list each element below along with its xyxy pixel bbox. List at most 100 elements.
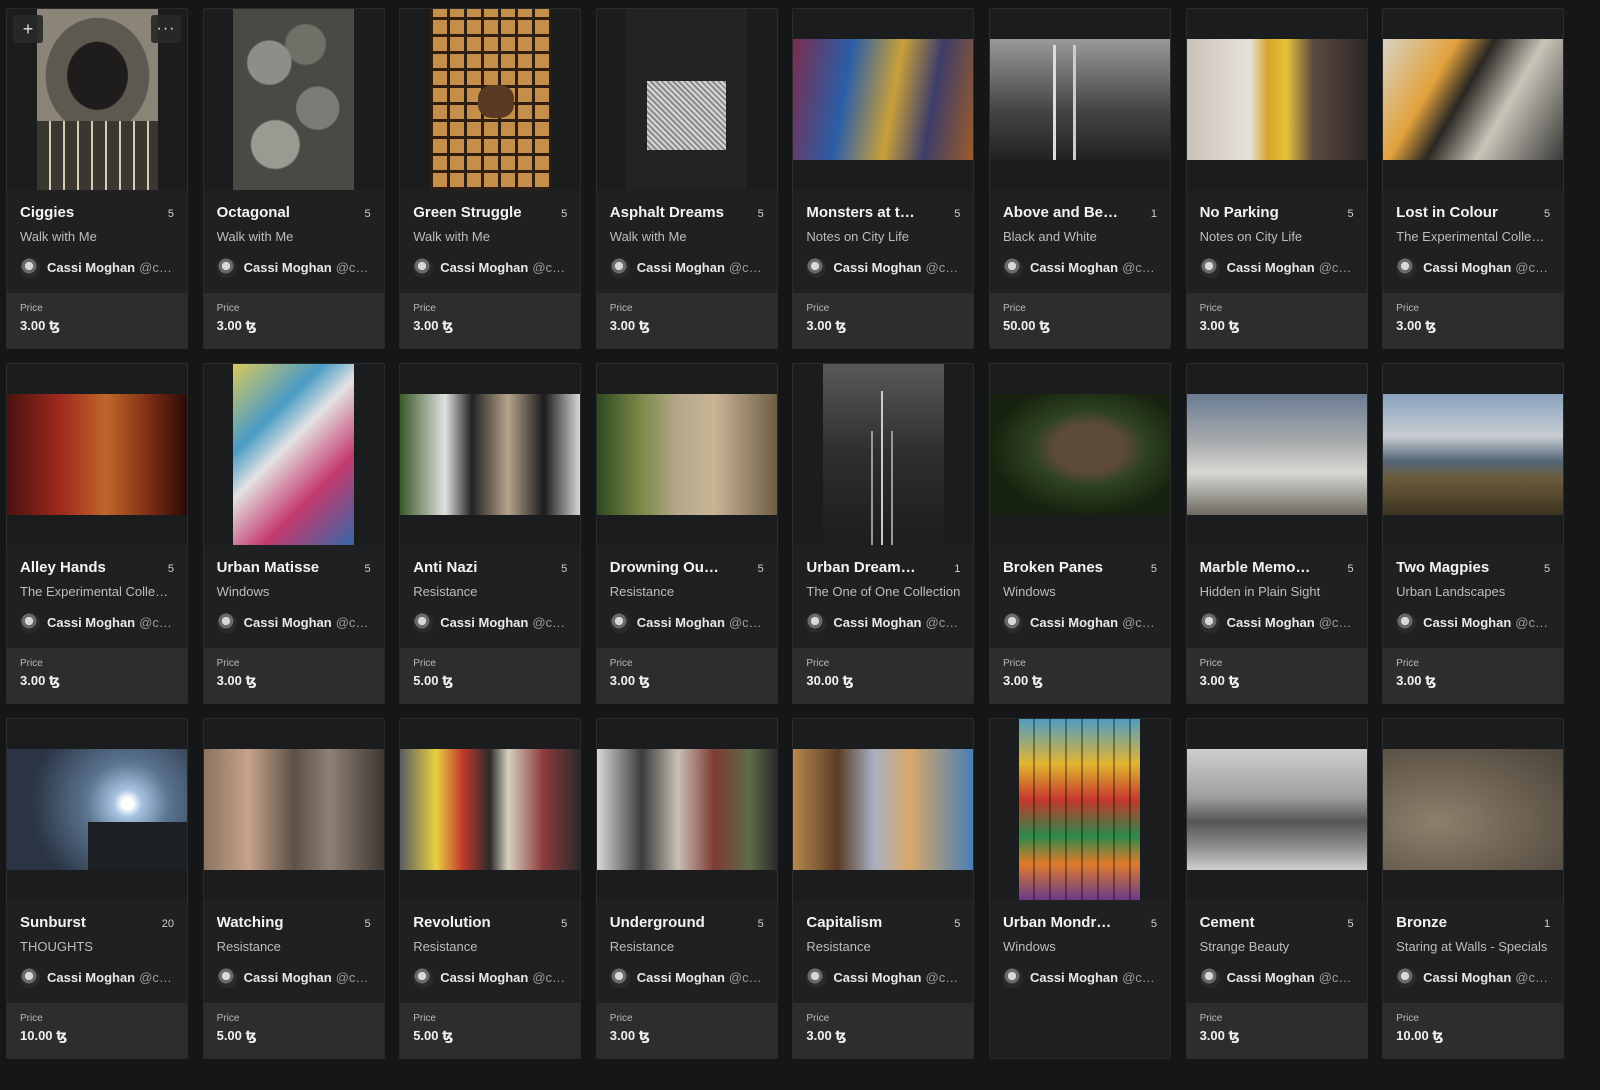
artwork-thumbnail[interactable] bbox=[1383, 719, 1564, 900]
collection-name[interactable]: Resistance bbox=[610, 584, 764, 599]
artwork-card-12[interactable]: Drowning Ou… 5 Resistance Cassi Moghan @… bbox=[595, 363, 778, 704]
artwork-title[interactable]: Anti Nazi bbox=[413, 559, 477, 576]
creator[interactable]: Cassi Moghan @cas… bbox=[1199, 967, 1354, 988]
creator[interactable]: Cassi Moghan @cas… bbox=[1396, 257, 1550, 278]
creator-name[interactable]: Cassi Moghan bbox=[1227, 260, 1315, 275]
creator-handle[interactable]: @cas… bbox=[1515, 260, 1550, 275]
artwork-image[interactable] bbox=[400, 393, 581, 515]
artwork-card-17[interactable]: Sunburst 20 THOUGHTS Cassi Moghan @cas… … bbox=[6, 718, 188, 1059]
creator[interactable]: Cassi Moghan @cas… bbox=[609, 257, 764, 278]
more-options-button[interactable]: ··· bbox=[151, 15, 181, 43]
creator-avatar[interactable] bbox=[20, 612, 40, 633]
artwork-thumbnail[interactable] bbox=[203, 364, 384, 545]
collection-name[interactable]: The Experimental Collec… bbox=[1396, 229, 1550, 244]
collection-name[interactable]: Walk with Me bbox=[610, 229, 764, 244]
artwork-thumbnail[interactable] bbox=[793, 9, 974, 190]
collection-name[interactable]: Windows bbox=[1003, 939, 1157, 954]
creator-avatar[interactable] bbox=[413, 257, 434, 278]
artwork-image[interactable] bbox=[1383, 393, 1564, 515]
artwork-title[interactable]: Urban Mondr… bbox=[1003, 914, 1111, 931]
creator-handle[interactable]: @cas… bbox=[729, 970, 764, 985]
creator-name[interactable]: Cassi Moghan bbox=[440, 970, 528, 985]
creator-name[interactable]: Cassi Moghan bbox=[244, 970, 332, 985]
artwork-thumbnail[interactable] bbox=[400, 719, 581, 900]
creator-name[interactable]: Cassi Moghan bbox=[1227, 615, 1315, 630]
creator-name[interactable]: Cassi Moghan bbox=[1423, 615, 1511, 630]
creator[interactable]: Cassi Moghan @cas… bbox=[20, 257, 174, 278]
creator-handle[interactable]: @cas… bbox=[926, 260, 961, 275]
artwork-card-13[interactable]: Urban Dream… 1 The One of One Collection… bbox=[792, 363, 975, 704]
artwork-title[interactable]: Urban Dream… bbox=[806, 559, 915, 576]
artwork-thumbnail[interactable] bbox=[7, 364, 187, 545]
creator-name[interactable]: Cassi Moghan bbox=[833, 260, 921, 275]
creator[interactable]: Cassi Moghan @cas… bbox=[216, 257, 371, 278]
creator-handle[interactable]: @cas… bbox=[532, 970, 567, 985]
creator[interactable]: Cassi Moghan @cas… bbox=[1199, 257, 1354, 278]
creator-name[interactable]: Cassi Moghan bbox=[47, 615, 135, 630]
artwork-card-5[interactable]: Monsters at t… 5 Notes on City Life Cass… bbox=[792, 8, 975, 349]
artwork-image[interactable] bbox=[793, 38, 974, 160]
collection-name[interactable]: Walk with Me bbox=[217, 229, 371, 244]
artwork-card-20[interactable]: Underground 5 Resistance Cassi Moghan @c… bbox=[595, 718, 778, 1059]
creator-avatar[interactable] bbox=[609, 257, 630, 278]
creator-handle[interactable]: @cas… bbox=[926, 615, 961, 630]
creator[interactable]: Cassi Moghan @cas… bbox=[216, 967, 371, 988]
artwork-image[interactable] bbox=[36, 9, 158, 190]
artwork-title[interactable]: No Parking bbox=[1200, 204, 1279, 221]
artwork-card-11[interactable]: Anti Nazi 5 Resistance Cassi Moghan @cas… bbox=[399, 363, 582, 704]
creator-handle[interactable]: @cas… bbox=[139, 615, 174, 630]
artwork-thumbnail[interactable] bbox=[400, 9, 581, 190]
creator-handle[interactable]: @cas… bbox=[1319, 970, 1354, 985]
collection-name[interactable]: Resistance bbox=[413, 939, 567, 954]
artwork-title[interactable]: Above and Be… bbox=[1003, 204, 1118, 221]
creator-avatar[interactable] bbox=[1396, 612, 1417, 633]
artwork-title[interactable]: Cement bbox=[1200, 914, 1255, 931]
creator-handle[interactable]: @cas… bbox=[532, 615, 567, 630]
creator-avatar[interactable] bbox=[1199, 612, 1220, 633]
creator-name[interactable]: Cassi Moghan bbox=[1030, 260, 1118, 275]
artwork-thumbnail[interactable] bbox=[203, 719, 384, 900]
creator-name[interactable]: Cassi Moghan bbox=[637, 615, 725, 630]
creator-avatar[interactable] bbox=[806, 257, 827, 278]
creator[interactable]: Cassi Moghan @cas… bbox=[413, 612, 567, 633]
creator-name[interactable]: Cassi Moghan bbox=[47, 260, 135, 275]
creator-avatar[interactable] bbox=[1199, 967, 1220, 988]
artwork-image[interactable] bbox=[1019, 719, 1141, 900]
creator[interactable]: Cassi Moghan @cas… bbox=[20, 967, 174, 988]
artwork-image[interactable] bbox=[1186, 38, 1367, 160]
creator-name[interactable]: Cassi Moghan bbox=[244, 260, 332, 275]
collection-name[interactable]: Notes on City Life bbox=[1200, 229, 1354, 244]
artwork-card-6[interactable]: Above and Be… 1 Black and White Cassi Mo… bbox=[988, 8, 1171, 349]
collection-name[interactable]: Walk with Me bbox=[20, 229, 174, 244]
creator-handle[interactable]: @cas… bbox=[1319, 615, 1354, 630]
creator[interactable]: Cassi Moghan @cas… bbox=[1002, 967, 1157, 988]
artwork-image[interactable] bbox=[793, 748, 974, 870]
creator-handle[interactable]: @cas… bbox=[926, 970, 961, 985]
artwork-title[interactable]: Monsters at t… bbox=[806, 204, 914, 221]
artwork-title[interactable]: Alley Hands bbox=[20, 559, 106, 576]
creator-avatar[interactable] bbox=[806, 967, 827, 988]
artwork-card-18[interactable]: Watching 5 Resistance Cassi Moghan @cas…… bbox=[202, 718, 385, 1059]
creator-avatar[interactable] bbox=[1199, 257, 1220, 278]
creator[interactable]: Cassi Moghan @cas… bbox=[1002, 612, 1157, 633]
creator-name[interactable]: Cassi Moghan bbox=[440, 615, 528, 630]
creator-handle[interactable]: @cas… bbox=[336, 615, 371, 630]
creator-avatar[interactable] bbox=[216, 257, 237, 278]
creator[interactable]: Cassi Moghan @cas… bbox=[216, 612, 371, 633]
artwork-thumbnail[interactable] bbox=[793, 364, 974, 545]
artwork-image[interactable] bbox=[1186, 393, 1367, 515]
creator-avatar[interactable] bbox=[1396, 967, 1417, 988]
artwork-thumbnail[interactable] bbox=[989, 9, 1170, 190]
artwork-image[interactable] bbox=[429, 9, 551, 190]
artwork-image[interactable] bbox=[822, 364, 944, 545]
creator-handle[interactable]: @cas… bbox=[1515, 615, 1550, 630]
creator[interactable]: Cassi Moghan @cas… bbox=[806, 612, 961, 633]
creator[interactable]: Cassi Moghan @cas… bbox=[609, 612, 764, 633]
creator-name[interactable]: Cassi Moghan bbox=[1423, 970, 1511, 985]
artwork-card-22[interactable]: Urban Mondr… 5 Windows Cassi Moghan @cas… bbox=[988, 718, 1171, 1059]
creator[interactable]: Cassi Moghan @cas… bbox=[1002, 257, 1157, 278]
creator-name[interactable]: Cassi Moghan bbox=[1030, 970, 1118, 985]
artwork-card-7[interactable]: No Parking 5 Notes on City Life Cassi Mo… bbox=[1185, 8, 1368, 349]
artwork-thumbnail[interactable] bbox=[989, 364, 1170, 545]
artwork-title[interactable]: Sunburst bbox=[20, 914, 86, 931]
